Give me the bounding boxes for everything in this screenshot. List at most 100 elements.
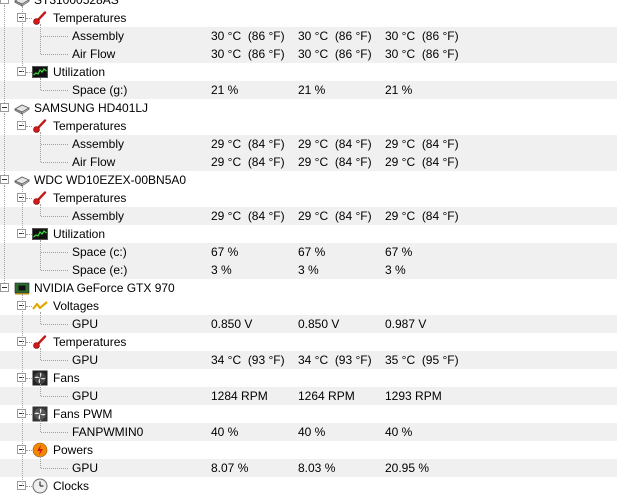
group-label: Temperatures	[53, 191, 127, 205]
maximum-value: 1293 RPM	[385, 389, 442, 403]
current-value: 21 %	[211, 83, 239, 97]
current-value: 1284 RPM	[211, 389, 268, 403]
sensor-row[interactable]: GPU 34 °C (93 °F) 34 °C (93 °F) 35 °C (95 °…	[0, 351, 617, 369]
minimum-value: 34 °C (93 °F)	[298, 353, 372, 367]
current-value: 8.07 %	[211, 461, 249, 475]
tree-device-row[interactable]: WDC WD10EZEX-00BN5A0	[0, 171, 617, 189]
minimum-value: 8.03 %	[298, 461, 336, 475]
tree-group-row[interactable]: Fans PWM	[0, 405, 617, 423]
sensor-label: Assembly	[72, 29, 125, 43]
sensor-row[interactable]: Assembly 29 °C (84 °F) 29 °C (84 °F) 29 °C …	[0, 135, 617, 153]
tree-connector-line	[26, 126, 32, 127]
tree-group-row[interactable]: Temperatures	[0, 333, 617, 351]
tree-group-row[interactable]: Temperatures	[0, 117, 617, 135]
maximum-value: 3 %	[385, 263, 406, 277]
tree-connector-line	[26, 234, 32, 235]
maximum-value: 30 °C (86 °F)	[385, 47, 459, 61]
device-label: WDC WD10EZEX-00BN5A0	[34, 173, 187, 187]
maximum-value: 29 °C (84 °F)	[385, 155, 459, 169]
tree-connector-line	[4, 113, 5, 175]
tree-connector-line	[26, 198, 32, 199]
tree-group-row[interactable]: Utilization	[0, 225, 617, 243]
group-label: Powers	[53, 443, 94, 457]
tree-device-row[interactable]: SAMSUNG HD401LJ	[0, 99, 617, 117]
sensor-tree[interactable]: ST31000528AS Temperatures Assembly 30 °C (8…	[0, 0, 617, 495]
minimum-value: 21 %	[298, 83, 326, 97]
device-label: ST31000528AS	[34, 0, 119, 7]
tree-connector-line	[41, 144, 68, 145]
tree-group-row[interactable]: Fans	[0, 369, 617, 387]
tree-connector-line	[26, 342, 32, 343]
tree-connector-line	[26, 18, 32, 19]
tree-connector-line	[40, 240, 41, 270]
tree-connector-line	[40, 132, 41, 162]
device-label: NVIDIA GeForce GTX 970	[34, 281, 175, 295]
group-label: Utilization	[53, 65, 106, 79]
sensor-row[interactable]: Space (g:) 21 % 21 % 21 %	[0, 81, 617, 99]
sensor-row[interactable]: Assembly 30 °C (86 °F) 30 °C (86 °F) 30 °C …	[0, 27, 617, 45]
tree-group-row[interactable]: Voltages	[0, 297, 617, 315]
tree-connector-line	[4, 5, 5, 103]
maximum-value: 30 °C (86 °F)	[385, 29, 459, 43]
minimum-value: 29 °C (84 °F)	[298, 209, 372, 223]
tree-connector-line	[26, 306, 32, 307]
collapse-toggle[interactable]	[0, 103, 9, 112]
tree-device-row[interactable]: ST31000528AS	[0, 0, 617, 9]
sensor-label: Air Flow	[72, 47, 116, 61]
collapse-toggle[interactable]	[0, 175, 9, 184]
sensor-row[interactable]: FANPWMIN0 40 % 40 % 40 %	[0, 423, 617, 441]
tree-connector-line	[40, 204, 41, 216]
tree-group-row[interactable]: Temperatures	[0, 9, 617, 27]
group-label: Fans	[53, 371, 80, 385]
maximum-value: 40 %	[385, 425, 413, 439]
sensor-label: Assembly	[72, 137, 125, 151]
sensor-label: Air Flow	[72, 155, 116, 169]
tree-connector-line	[40, 420, 41, 432]
sensor-row[interactable]: Space (e:) 3 % 3 % 3 %	[0, 261, 617, 279]
collapse-toggle[interactable]	[0, 0, 9, 4]
group-label: Temperatures	[53, 335, 127, 349]
tree-connector-line	[40, 24, 41, 54]
sensor-label: Space (e:)	[72, 263, 128, 277]
sensor-row[interactable]: GPU 0.850 V 0.850 V 0.987 V	[0, 315, 617, 333]
tree-group-row[interactable]: Clocks	[0, 477, 617, 495]
tree-connector-line	[22, 294, 23, 486]
tree-group-row[interactable]: Utilization	[0, 63, 617, 81]
tree-group-row[interactable]: Powers	[0, 441, 617, 459]
current-value: 0.850 V	[211, 317, 253, 331]
current-value: 29 °C (84 °F)	[211, 137, 285, 151]
collapse-toggle[interactable]	[0, 283, 9, 292]
minimum-value: 29 °C (84 °F)	[298, 155, 372, 169]
current-value: 67 %	[211, 245, 239, 259]
sensor-row[interactable]: Air Flow 30 °C (86 °F) 30 °C (86 °F) 30 °C …	[0, 45, 617, 63]
tree-connector-line	[26, 72, 32, 73]
tree-group-row[interactable]: Temperatures	[0, 189, 617, 207]
group-label: Utilization	[53, 227, 106, 241]
group-label: Temperatures	[53, 119, 127, 133]
maximum-value: 21 %	[385, 83, 413, 97]
clock-icon	[32, 478, 48, 494]
current-value: 34 °C (93 °F)	[211, 353, 285, 367]
tree-connector-line	[22, 6, 23, 72]
sensor-row[interactable]: GPU 8.07 % 8.03 % 20.95 %	[0, 459, 617, 477]
current-value: 29 °C (84 °F)	[211, 155, 285, 169]
maximum-value: 29 °C (84 °F)	[385, 137, 459, 151]
tree-connector-line	[40, 456, 41, 468]
tree-connector-line	[41, 396, 68, 397]
sensor-row[interactable]: Space (c:) 67 % 67 % 67 %	[0, 243, 617, 261]
sensor-label: GPU	[72, 461, 99, 475]
tree-connector-line	[41, 162, 68, 163]
tree-connector-line	[4, 185, 5, 283]
sensor-row[interactable]: Assembly 29 °C (84 °F) 29 °C (84 °F) 29 °C …	[0, 207, 617, 225]
tree-connector-line	[41, 252, 68, 253]
tree-connector-line	[40, 312, 41, 324]
tree-connector-line	[22, 186, 23, 234]
sensor-row[interactable]: GPU 1284 RPM 1264 RPM 1293 RPM	[0, 387, 617, 405]
tree-connector-line	[41, 90, 68, 91]
minimum-value: 67 %	[298, 245, 326, 259]
sensor-label: Space (g:)	[72, 83, 128, 97]
current-value: 3 %	[211, 263, 232, 277]
tree-device-row[interactable]: NVIDIA GeForce GTX 970	[0, 279, 617, 297]
minimum-value: 1264 RPM	[298, 389, 355, 403]
sensor-row[interactable]: Air Flow 29 °C (84 °F) 29 °C (84 °F) 29 °C …	[0, 153, 617, 171]
